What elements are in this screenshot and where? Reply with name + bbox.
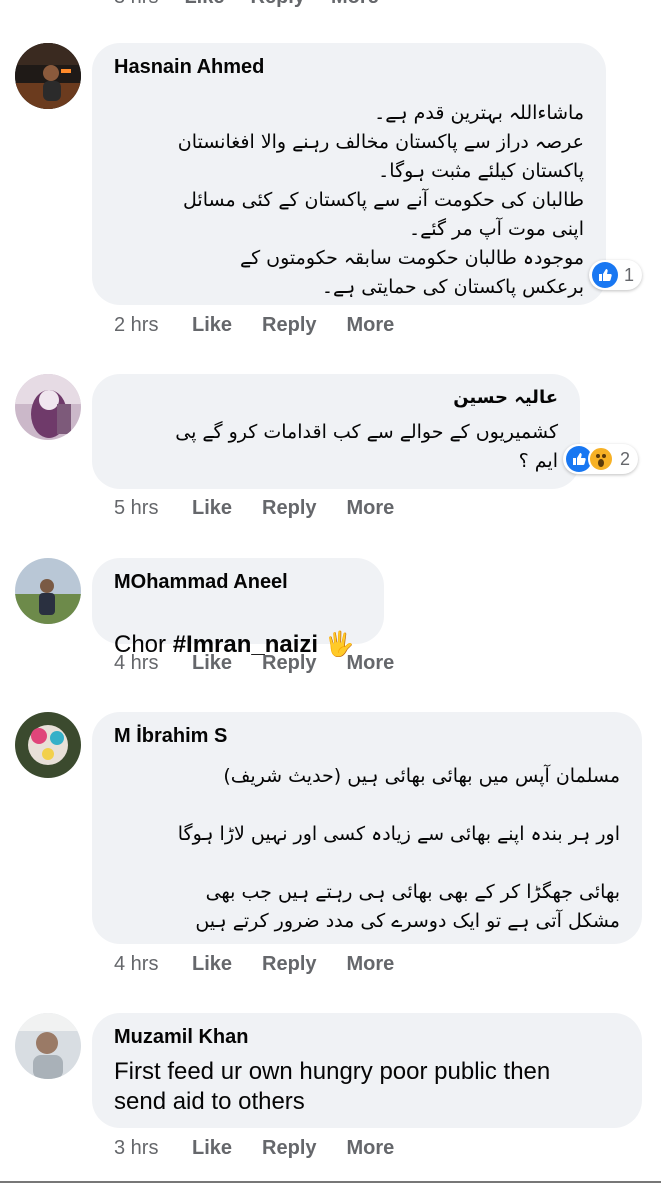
- comment-bubble: عالیہ حسین کشمیریوں کے حوالے سے کب اقدام…: [92, 374, 580, 489]
- comment-actions: 5 hrs Like Reply More: [114, 497, 424, 520]
- comment-time[interactable]: 5 hrs: [114, 497, 192, 520]
- comment-bubble: Hasnain Ahmed ماشاءاللہ بہترین قدم ہے۔ ع…: [92, 43, 606, 305]
- comment-actions: 4 hrs Like Reply More: [114, 652, 424, 675]
- reply-button[interactable]: Reply: [262, 652, 316, 675]
- comment-bubble: M İbrahim S مسلمان آپس میں بھائی بھائی ہ…: [92, 712, 642, 944]
- commenter-name[interactable]: عالیہ حسین: [114, 386, 558, 410]
- reaction-count: 1: [624, 264, 635, 285]
- like-button[interactable]: Like: [192, 314, 232, 337]
- comment-bubble: MOhammad Aneel Chor #Imran_naizi 🖐: [92, 558, 384, 658]
- reply-button[interactable]: Reply: [251, 0, 305, 9]
- reaction-summary[interactable]: 1: [589, 260, 643, 290]
- avatar[interactable]: [15, 558, 81, 624]
- reaction-summary[interactable]: 2: [563, 444, 639, 474]
- reply-button[interactable]: Reply: [262, 1137, 316, 1160]
- comment-actions: 3 hrs Like Reply More: [114, 1137, 424, 1160]
- avatar[interactable]: [15, 43, 81, 109]
- more-button[interactable]: More: [347, 1137, 395, 1160]
- previous-comment-actions: 3 hrs Like Reply More: [114, 0, 379, 9]
- comment-text: مسلمان آپس میں بھائی بھائی ہیں (حدیث شری…: [177, 765, 620, 932]
- avatar-photo-icon: [15, 1013, 81, 1079]
- avatar-photo-icon: [15, 712, 81, 778]
- like-button[interactable]: Like: [192, 652, 232, 675]
- like-button[interactable]: Like: [192, 497, 232, 520]
- comment-text: First feed ur own hungry poor public the…: [114, 1058, 551, 1115]
- comment-time[interactable]: 4 hrs: [114, 652, 192, 675]
- like-reaction-icon: [592, 262, 618, 288]
- avatar[interactable]: [15, 1013, 81, 1079]
- comment-text: Chor #Imran_naizi 🖐: [114, 600, 362, 660]
- more-button[interactable]: More: [347, 652, 395, 675]
- comment-bubble: Muzamil Khan First feed ur own hungry po…: [92, 1013, 642, 1128]
- more-button[interactable]: More: [347, 953, 395, 976]
- comment-actions: 2 hrs Like Reply More: [114, 314, 424, 337]
- comment-text: ماشاءاللہ بہترین قدم ہے۔ عرصہ دراز سے پا…: [177, 102, 584, 298]
- more-button[interactable]: More: [331, 0, 379, 9]
- avatar[interactable]: [15, 374, 81, 440]
- comment-actions: 4 hrs Like Reply More: [114, 953, 424, 976]
- comment-text: کشمیریوں کے حوالے سے کب اقدامات کرو گے پ…: [175, 421, 558, 472]
- like-button[interactable]: Like: [192, 1137, 232, 1160]
- like-button[interactable]: Like: [192, 953, 232, 976]
- comment-time[interactable]: 3 hrs: [114, 1137, 192, 1160]
- reply-button[interactable]: Reply: [262, 497, 316, 520]
- avatar[interactable]: [15, 712, 81, 778]
- like-button[interactable]: Like: [184, 0, 224, 9]
- reaction-count: 2: [620, 448, 631, 469]
- comment-time[interactable]: 4 hrs: [114, 953, 192, 976]
- avatar-photo-icon: [15, 374, 81, 440]
- wow-reaction-icon: [588, 446, 614, 472]
- commenter-name[interactable]: Hasnain Ahmed: [114, 55, 584, 79]
- more-button[interactable]: More: [347, 497, 395, 520]
- more-button[interactable]: More: [347, 314, 395, 337]
- comment-time[interactable]: 2 hrs: [114, 314, 192, 337]
- avatar-photo-icon: [15, 43, 81, 109]
- comment-time: 3 hrs: [114, 0, 158, 9]
- commenter-name[interactable]: Muzamil Khan: [114, 1025, 620, 1049]
- reply-button[interactable]: Reply: [262, 953, 316, 976]
- commenter-name[interactable]: M İbrahim S: [114, 724, 620, 748]
- reply-button[interactable]: Reply: [262, 314, 316, 337]
- avatar-photo-icon: [15, 558, 81, 624]
- commenter-name[interactable]: MOhammad Aneel: [114, 570, 362, 594]
